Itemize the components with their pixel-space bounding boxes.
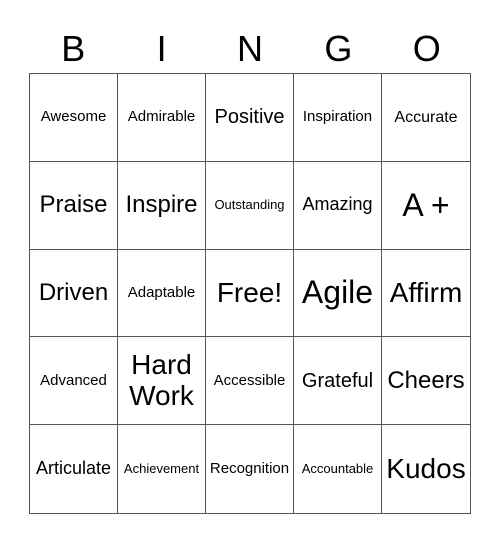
- bingo-cell[interactable]: Grateful: [294, 337, 382, 426]
- bingo-cell[interactable]: Affirm: [382, 250, 470, 338]
- bingo-cell[interactable]: Inspire: [118, 161, 206, 250]
- bingo-header: B I N G O: [29, 26, 471, 72]
- bingo-cell[interactable]: Advanced: [30, 337, 118, 426]
- bingo-grid: Awesome Admirable Positive Inspiration A…: [29, 73, 471, 514]
- bingo-cell[interactable]: Positive: [206, 74, 294, 162]
- bingo-cell[interactable]: Amazing: [294, 161, 382, 250]
- bingo-cell[interactable]: Praise: [30, 161, 118, 250]
- header-letter-g: G: [324, 28, 353, 69]
- header-letter-n: N: [236, 28, 263, 69]
- bingo-cell[interactable]: Hard Work: [118, 337, 206, 426]
- header-letter-o: O: [412, 28, 441, 69]
- bingo-cell[interactable]: Accessible: [206, 337, 294, 426]
- bingo-cell[interactable]: Outstanding: [206, 161, 294, 250]
- bingo-cell[interactable]: Achievement: [118, 425, 206, 513]
- bingo-cell[interactable]: Inspiration: [294, 74, 382, 162]
- bingo-cell[interactable]: Articulate: [30, 425, 118, 513]
- bingo-cell[interactable]: Accountable: [294, 425, 382, 513]
- header-letter-i: I: [156, 28, 167, 69]
- bingo-cell[interactable]: Admirable: [118, 74, 206, 162]
- header-letter-b: B: [61, 28, 86, 69]
- bingo-cell[interactable]: Driven: [30, 249, 118, 338]
- bingo-cell[interactable]: Cheers: [382, 337, 470, 426]
- bingo-cell[interactable]: Kudos: [382, 425, 470, 513]
- bingo-cell[interactable]: Recognition: [206, 425, 294, 513]
- bingo-cell[interactable]: Awesome: [30, 74, 118, 162]
- bingo-cell[interactable]: Adaptable: [118, 249, 206, 338]
- bingo-cell[interactable]: Accurate: [382, 74, 470, 162]
- bingo-cell[interactable]: Agile: [294, 249, 382, 338]
- bingo-cell[interactable]: A +: [382, 162, 470, 250]
- free-space-cell[interactable]: Free!: [206, 249, 294, 338]
